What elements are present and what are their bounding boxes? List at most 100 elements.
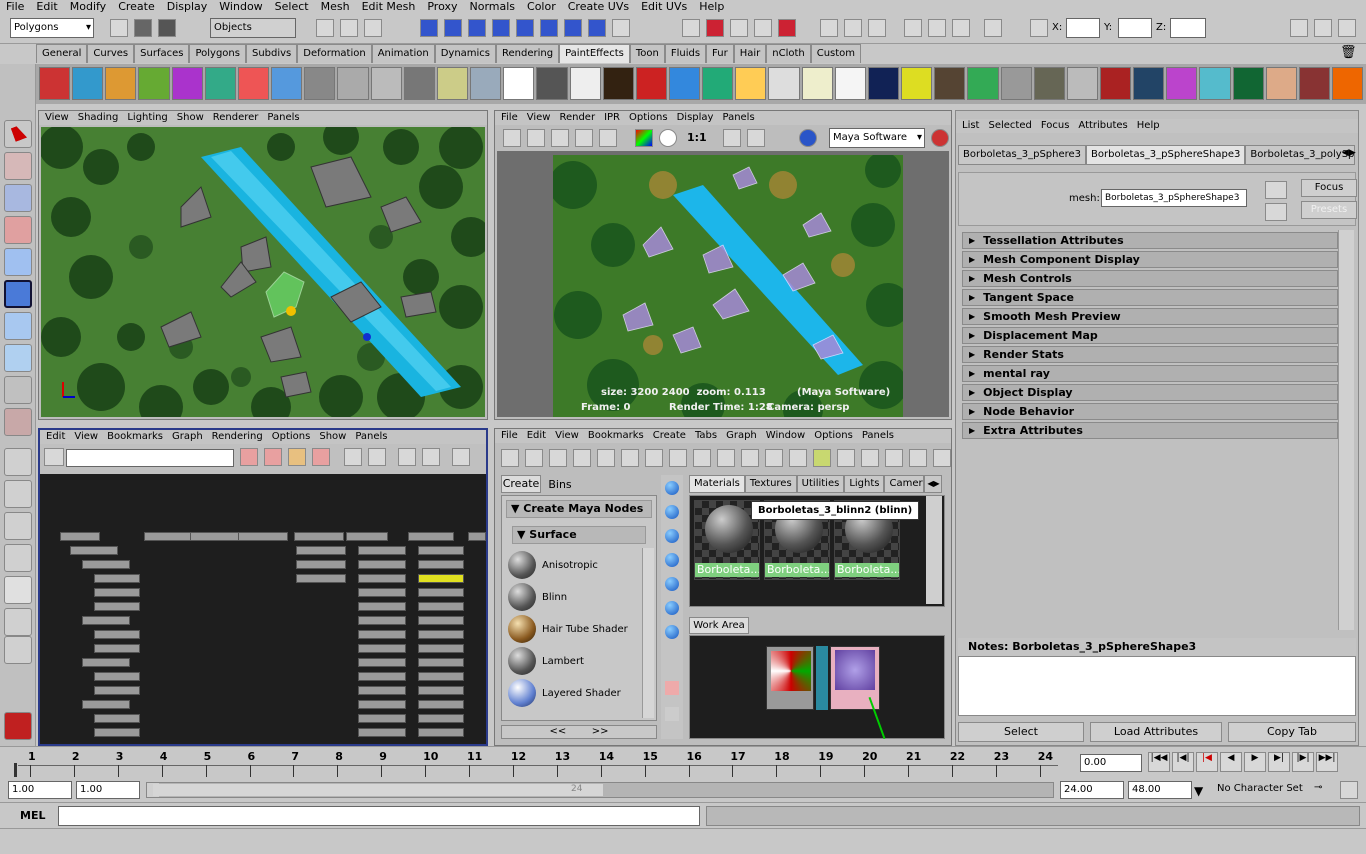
hypergraph-node[interactable]: [418, 602, 464, 611]
butterfly-material-node[interactable]: [830, 646, 880, 710]
frame-selection-icon[interactable]: [422, 448, 440, 466]
render-view-menu-ipr[interactable]: IPR: [604, 111, 620, 125]
rendered-image[interactable]: [553, 155, 903, 417]
brush-preset-icon-11[interactable]: [370, 67, 402, 100]
hypergraph-node[interactable]: [358, 714, 406, 723]
brush-preset-icon-35[interactable]: [1166, 67, 1198, 100]
menu-edit-uvs[interactable]: Edit UVs: [641, 0, 687, 14]
brush-preset-icon-32[interactable]: [1066, 67, 1098, 100]
brush-preset-icon-25[interactable]: [834, 67, 866, 100]
hypergraph-node[interactable]: [94, 686, 140, 695]
tab-deformation[interactable]: Deformation: [297, 44, 372, 63]
step-back-key-icon[interactable]: |◀|: [1172, 752, 1194, 772]
tab-textures[interactable]: Textures: [744, 475, 797, 493]
select-dynamics-icon[interactable]: [540, 19, 558, 37]
tab-lights[interactable]: Lights: [844, 475, 885, 493]
hypergraph-node[interactable]: [358, 616, 406, 625]
select-misc-icon[interactable]: [588, 19, 606, 37]
show-work-area-icon[interactable]: [861, 449, 879, 467]
snap-point-icon[interactable]: [730, 19, 748, 37]
ipr-icon[interactable]: [575, 129, 593, 147]
paint-select-tool-icon[interactable]: [4, 184, 32, 212]
attribute-tab-2[interactable]: Borboletas_3_pSphereShape3: [1086, 145, 1246, 165]
hypergraph-menu-panels[interactable]: Panels: [355, 430, 387, 444]
chevron-down-icon[interactable]: ▼: [1194, 784, 1210, 798]
menu-file[interactable]: File: [6, 0, 24, 14]
create-scrollbar[interactable]: [642, 548, 654, 718]
clear-icon[interactable]: [665, 681, 679, 695]
show-both-tabs-icon[interactable]: [837, 449, 855, 467]
brush-preset-icon-16[interactable]: [536, 67, 568, 100]
remove-image-icon[interactable]: [747, 129, 765, 147]
hypergraph-menu-bookmarks[interactable]: Bookmarks: [107, 430, 163, 444]
hypergraph-node[interactable]: [418, 672, 464, 681]
play-forwards-icon[interactable]: ▶: [1244, 752, 1266, 772]
graph-network-icon[interactable]: [717, 449, 735, 467]
show-bottom-tabs-icon[interactable]: [813, 449, 831, 467]
rotate-tool-icon[interactable]: [4, 248, 32, 276]
hypergraph-node[interactable]: [296, 574, 346, 583]
persp-outliner-layout-icon[interactable]: [4, 512, 32, 540]
layout-more-icon[interactable]: [4, 636, 32, 664]
shader-lambert[interactable]: Lambert: [508, 646, 638, 676]
soft-modification-icon[interactable]: [4, 344, 32, 372]
shader-blinn[interactable]: Blinn: [508, 582, 638, 612]
graph-options-icon[interactable]: [44, 448, 64, 466]
redo-render-icon[interactable]: [503, 129, 521, 147]
render-view-menu-options[interactable]: Options: [629, 111, 668, 125]
hypergraph-node[interactable]: [82, 616, 130, 625]
menu-help[interactable]: Help: [699, 0, 724, 14]
hypergraph-node-area[interactable]: [40, 474, 486, 744]
snapshot-icon[interactable]: [551, 129, 569, 147]
brush-preset-icon-28[interactable]: [934, 67, 966, 100]
hypergraph-node[interactable]: [70, 546, 118, 555]
focus-button[interactable]: Focus: [1301, 179, 1357, 197]
hypergraph-node[interactable]: [418, 630, 464, 639]
hypergraph-node[interactable]: [418, 644, 464, 653]
mel-label[interactable]: MEL: [20, 809, 45, 822]
material-sphere-icon[interactable]: [665, 529, 679, 543]
hypergraph-node[interactable]: [418, 560, 464, 569]
hypergraph-node[interactable]: [418, 616, 464, 625]
create-panel-nav[interactable]: << >>: [501, 725, 657, 739]
shader-hair-tube-shader[interactable]: Hair Tube Shader: [508, 614, 638, 644]
viewport-menu-show[interactable]: Show: [177, 111, 204, 125]
materials-scrollbar[interactable]: [926, 496, 942, 604]
mode-selector[interactable]: Polygons ▾: [10, 18, 94, 38]
hypergraph-node[interactable]: [94, 728, 140, 737]
shader-anisotropic[interactable]: Anisotropic: [508, 550, 638, 580]
section-node-behavior[interactable]: Node Behavior: [962, 403, 1338, 420]
attribute-editor-menu-attributes[interactable]: Attributes: [1078, 119, 1127, 133]
tab-ncloth[interactable]: nCloth: [766, 44, 811, 63]
scale-tool-icon[interactable]: [4, 280, 32, 308]
select-handles-icon[interactable]: [420, 19, 438, 37]
command-input[interactable]: [58, 806, 700, 826]
go-to-output-icon[interactable]: [1265, 203, 1287, 221]
tool-settings-toggle-icon[interactable]: [1314, 19, 1332, 37]
tab-dynamics[interactable]: Dynamics: [434, 44, 497, 63]
create-tab[interactable]: Create: [501, 475, 541, 493]
hypergraph-node[interactable]: [94, 602, 140, 611]
section-displacement-map[interactable]: Displacement Map: [962, 327, 1338, 344]
range-handle[interactable]: [153, 784, 603, 796]
hypergraph-node[interactable]: [94, 714, 140, 723]
brush-preset-icon-33[interactable]: [1100, 67, 1132, 100]
hypergraph-node[interactable]: [358, 560, 406, 569]
connection-node[interactable]: [816, 646, 828, 710]
next-graph-icon[interactable]: [645, 449, 663, 467]
ipr-render-icon[interactable]: [928, 19, 946, 37]
hypergraph-node[interactable]: [418, 700, 464, 709]
create-maya-nodes-header[interactable]: ▼ Create Maya Nodes: [506, 500, 652, 518]
tab-scroll-arrows-icon[interactable]: ◀▶: [924, 475, 943, 493]
single-perspective-layout-icon[interactable]: [4, 448, 32, 476]
toggle-panel-icon[interactable]: [452, 448, 470, 466]
brush-preset-icon-22[interactable]: [735, 67, 767, 100]
select-surfaces-icon[interactable]: [492, 19, 510, 37]
brush-preset-icon-24[interactable]: [801, 67, 833, 100]
channel-layer-toggle-icon[interactable]: [1338, 19, 1356, 37]
open-scene-icon[interactable]: [134, 19, 152, 37]
attribute-editor-menu-selected[interactable]: Selected: [988, 119, 1031, 133]
texture-node[interactable]: [766, 646, 814, 710]
graph-textures-icon[interactable]: [549, 449, 567, 467]
brush-preset-icon-19[interactable]: [635, 67, 667, 100]
